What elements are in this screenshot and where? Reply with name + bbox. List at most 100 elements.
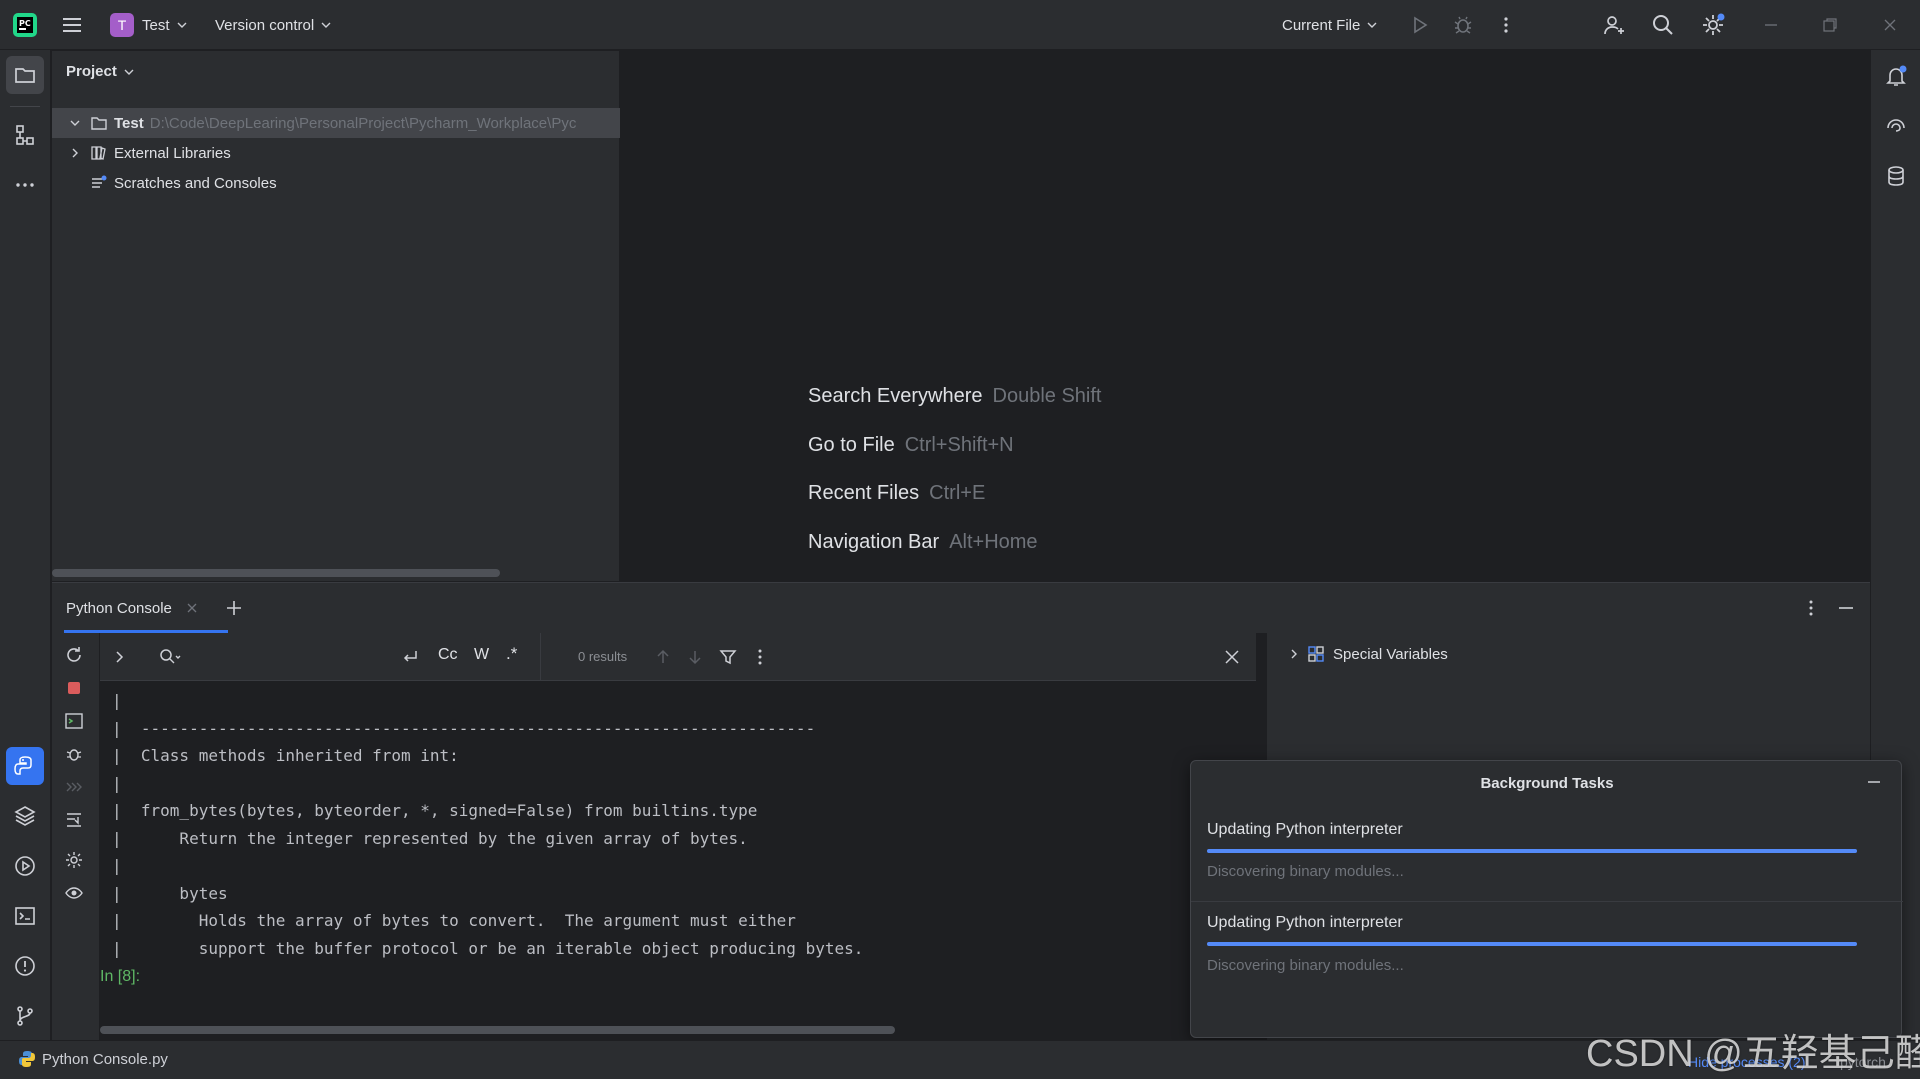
filter-icon[interactable]: [718, 647, 738, 667]
chevron-right-icon: [72, 148, 78, 158]
project-panel-title[interactable]: Project: [66, 63, 135, 80]
tree-item-label: External Libraries: [114, 144, 231, 162]
close-window-icon[interactable]: [1882, 0, 1898, 50]
status-file-breadcrumb[interactable]: Python Console.py: [18, 1050, 168, 1068]
minimize-popup-icon[interactable]: [1865, 773, 1883, 791]
vcs-label: Version control: [215, 16, 315, 34]
minimize-window-icon[interactable]: [1763, 0, 1779, 50]
hint-action: Recent Files: [808, 482, 920, 504]
search-icon[interactable]: [1651, 0, 1675, 50]
panel-options-more-icon[interactable]: [1801, 598, 1821, 618]
regex-toggle[interactable]: .*: [506, 644, 517, 664]
bottom-panel-header: Python Console: [52, 583, 1870, 633]
background-tasks-popup: Background Tasks Updating Python interpr…: [1190, 760, 1903, 1038]
previous-occurrence-icon[interactable]: [653, 647, 673, 667]
execute-chevrons-icon[interactable]: [64, 777, 84, 797]
console-output[interactable]: | | ------------------------------------…: [100, 681, 1256, 1034]
hide-panel-minimize-icon[interactable]: [1836, 598, 1856, 618]
attach-debugger-icon[interactable]: [64, 744, 84, 764]
left-tool-strip: [0, 50, 51, 1040]
python-packages-layers-icon[interactable]: [6, 797, 44, 835]
database-icon[interactable]: [1877, 157, 1915, 195]
console-line: | bytes: [112, 884, 228, 903]
project-tool-folder-icon[interactable]: [6, 56, 44, 94]
expand-replace-chevron-icon[interactable]: [112, 647, 128, 667]
chevron-down-icon: [1367, 22, 1377, 28]
match-case-toggle[interactable]: Cc: [438, 646, 458, 664]
console-horizontal-scrollbar[interactable]: [100, 1026, 895, 1034]
main-menu-icon[interactable]: [60, 0, 84, 50]
run-config-label: Current File: [1282, 16, 1361, 34]
console-line: | Return the integer represented by the …: [112, 829, 748, 848]
hint-action: Navigation Bar: [808, 531, 940, 553]
tree-item-scratches[interactable]: Scratches and Consoles: [52, 168, 620, 198]
more-tools-icon[interactable]: [6, 166, 44, 204]
hint-shortcut: Ctrl+E: [929, 482, 986, 504]
csdn-watermark: CSDN @五羟基己醛: [1586, 1033, 1920, 1075]
project-name: Test: [142, 16, 170, 34]
services-run-icon[interactable]: [6, 847, 44, 885]
background-tasks-title: Background Tasks: [1480, 775, 1614, 792]
ai-assistant-icon[interactable]: [1877, 107, 1915, 145]
search-results-count: 0 results: [578, 649, 628, 664]
rerun-icon[interactable]: [64, 645, 84, 665]
special-variables-node[interactable]: Special Variables: [1287, 645, 1448, 663]
task-progress-fill: [1207, 849, 1857, 853]
whole-words-toggle[interactable]: W: [474, 646, 489, 664]
stop-icon[interactable]: [64, 678, 84, 698]
close-search-icon[interactable]: [1222, 647, 1242, 667]
console-line: | support the buffer protocol or be an i…: [112, 939, 864, 958]
python-console-icon[interactable]: [6, 747, 44, 785]
task-status: Discovering binary modules...: [1207, 957, 1404, 974]
settings-gear-icon[interactable]: [1700, 0, 1726, 50]
console-toolbar: [52, 633, 100, 1040]
title-bar: PC T Test Version control Current File: [0, 0, 1920, 50]
match-newline-icon[interactable]: [400, 647, 420, 667]
project-badge: T: [110, 13, 134, 37]
add-user-icon[interactable]: [1602, 0, 1626, 50]
project-switcher[interactable]: T Test: [110, 0, 188, 50]
tree-item-external-libraries[interactable]: External Libraries: [52, 138, 620, 168]
hint-navigation-bar[interactable]: Navigation Bar Alt+Home: [808, 531, 1038, 554]
console-line: | from_bytes(bytes, byteorder, *, signed…: [112, 801, 758, 820]
tab-python-console[interactable]: Python Console: [66, 583, 198, 633]
more-vertical-icon[interactable]: [1496, 0, 1516, 50]
project-horizontal-scrollbar[interactable]: [52, 569, 500, 577]
console-line: |: [112, 774, 122, 793]
hint-go-to-file[interactable]: Go to File Ctrl+Shift+N: [808, 434, 1014, 457]
problems-icon[interactable]: [6, 947, 44, 985]
terminal-icon[interactable]: [6, 897, 44, 935]
git-branch-icon[interactable]: [6, 997, 44, 1035]
search-history-icon[interactable]: [158, 647, 182, 667]
next-occurrence-icon[interactable]: [685, 647, 705, 667]
vcs-menu[interactable]: Version control: [215, 0, 332, 50]
run-config-selector[interactable]: Current File: [1282, 0, 1378, 50]
console-search-input[interactable]: [184, 641, 394, 673]
hint-search-everywhere[interactable]: Search Everywhere Double Shift: [808, 385, 1102, 408]
pycharm-logo-icon[interactable]: PC: [12, 0, 38, 50]
console-prompt[interactable]: In [8]:: [100, 968, 140, 986]
structure-icon[interactable]: [6, 116, 44, 154]
soft-wrap-scroll-end-icon[interactable]: [64, 810, 84, 830]
hint-shortcut: Double Shift: [992, 385, 1102, 407]
scratches-icon: [92, 175, 107, 188]
variables-grid-icon: [1308, 646, 1324, 662]
chevron-down-icon: [321, 22, 331, 28]
debug-icon[interactable]: [1452, 0, 1474, 50]
run-icon[interactable]: [1410, 0, 1430, 50]
restore-window-icon[interactable]: [1822, 0, 1838, 50]
console-line: | Holds the array of bytes to convert. T…: [112, 911, 796, 930]
notifications-bell-icon[interactable]: [1877, 57, 1915, 95]
hint-shortcut: Alt+Home: [949, 531, 1038, 553]
close-tab-icon[interactable]: [186, 602, 198, 614]
tree-item-test[interactable]: Test D:\Code\DeepLearing\PersonalProject…: [52, 108, 620, 138]
new-console-plus-icon[interactable]: [224, 598, 244, 618]
console-settings-gear-icon[interactable]: [64, 850, 84, 870]
tree-item-label: Scratches and Consoles: [114, 174, 277, 192]
search-more-icon[interactable]: [750, 647, 770, 667]
task-progress-bar: [1207, 942, 1857, 946]
new-console-icon[interactable]: [64, 711, 84, 731]
show-variables-eye-icon[interactable]: [64, 883, 84, 903]
task-status: Discovering binary modules...: [1207, 863, 1404, 880]
hint-recent-files[interactable]: Recent Files Ctrl+E: [808, 482, 985, 505]
